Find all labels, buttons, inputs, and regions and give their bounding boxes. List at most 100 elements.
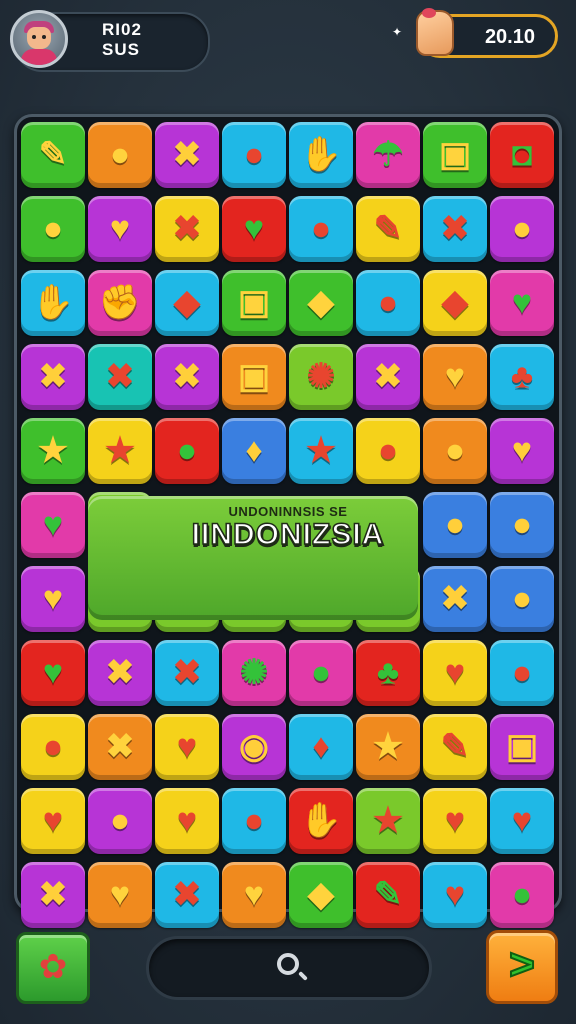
heart-icon: ♥ — [109, 209, 131, 248]
tile[interactable]: ✖ — [21, 344, 85, 410]
camera-icon: ▣ — [438, 135, 472, 174]
tile[interactable]: ★ — [88, 418, 152, 484]
tile[interactable]: ✋ — [21, 270, 85, 336]
tile[interactable]: ✖ — [88, 344, 152, 410]
tile[interactable]: ♣ — [356, 640, 420, 706]
search-bar[interactable] — [146, 936, 432, 1000]
tile[interactable]: ● — [88, 122, 152, 188]
tile[interactable]: ◉ — [222, 714, 286, 780]
tile[interactable]: ♥ — [222, 196, 286, 262]
tile[interactable]: ★ — [356, 788, 420, 854]
cross-icon: ✖ — [172, 209, 202, 248]
star-icon: ★ — [372, 801, 404, 840]
tile[interactable]: ✎ — [21, 122, 85, 188]
balloon-icon: ● — [511, 653, 533, 692]
apple-icon: ♥ — [42, 653, 64, 692]
tile[interactable]: ● — [490, 862, 554, 928]
tile[interactable]: ✖ — [21, 862, 85, 928]
tile[interactable]: ♦ — [289, 714, 353, 780]
next-button[interactable]: > — [486, 930, 558, 1004]
ribbon-icon: ✖ — [440, 579, 470, 618]
fist-icon — [416, 8, 454, 56]
tile[interactable]: ◆ — [289, 862, 353, 928]
tile[interactable]: ● — [423, 492, 487, 558]
shop-button[interactable]: ✿ — [16, 932, 90, 1004]
tile[interactable]: ★ — [356, 714, 420, 780]
tile[interactable]: ♥ — [88, 862, 152, 928]
fist-icon: ✊ — [98, 283, 142, 322]
tile[interactable]: ✖ — [155, 640, 219, 706]
tile[interactable]: ◆ — [289, 270, 353, 336]
tile[interactable]: ♥ — [490, 418, 554, 484]
tile[interactable]: ● — [88, 788, 152, 854]
ring-icon: ● — [511, 875, 533, 914]
avatar-icon[interactable] — [10, 10, 68, 68]
tile[interactable]: ● — [21, 196, 85, 262]
tile[interactable]: ● — [423, 418, 487, 484]
tile[interactable]: ▣ — [490, 714, 554, 780]
tile[interactable]: ✋ — [289, 122, 353, 188]
balloon-icon: ● — [310, 653, 332, 692]
tile[interactable]: ✺ — [222, 640, 286, 706]
tile[interactable]: ◆ — [423, 270, 487, 336]
tile[interactable]: ✖ — [356, 344, 420, 410]
tile[interactable]: ♥ — [155, 714, 219, 780]
heart-icon: ♥ — [42, 579, 64, 618]
tile[interactable]: ♥ — [21, 492, 85, 558]
tile[interactable]: ✖ — [423, 566, 487, 632]
tile[interactable]: ★ — [289, 418, 353, 484]
tile[interactable]: ♥ — [423, 640, 487, 706]
tile[interactable]: ♦ — [222, 418, 286, 484]
tile[interactable]: ✖ — [155, 344, 219, 410]
cross-icon: ✖ — [105, 357, 135, 396]
tile[interactable]: ✖ — [155, 196, 219, 262]
tile[interactable]: ● — [222, 788, 286, 854]
tile[interactable]: ★ — [21, 418, 85, 484]
tile[interactable]: ● — [155, 418, 219, 484]
tile[interactable]: ♣ — [490, 344, 554, 410]
tile[interactable]: ● — [222, 122, 286, 188]
tile[interactable]: ✖ — [155, 122, 219, 188]
tile[interactable]: ♥ — [423, 344, 487, 410]
tile[interactable]: ✖ — [88, 714, 152, 780]
tile[interactable]: ✖ — [155, 862, 219, 928]
gear-icon: ✺ — [306, 357, 336, 396]
tile[interactable]: ● — [490, 196, 554, 262]
tile[interactable]: ● — [490, 640, 554, 706]
tile[interactable]: ♥ — [490, 270, 554, 336]
tile[interactable]: ♥ — [88, 196, 152, 262]
tile[interactable]: ♥ — [21, 566, 85, 632]
tile[interactable]: ▣ — [222, 344, 286, 410]
tile[interactable]: ● — [356, 270, 420, 336]
tile[interactable]: ◘ — [490, 122, 554, 188]
heart-icon: ♥ — [444, 875, 466, 914]
tile[interactable]: ● — [490, 566, 554, 632]
tile[interactable]: ● — [289, 640, 353, 706]
tile[interactable]: ☂ — [356, 122, 420, 188]
tile[interactable]: ✎ — [423, 714, 487, 780]
tile[interactable]: ✖ — [88, 640, 152, 706]
tile[interactable]: ✺ — [289, 344, 353, 410]
tile[interactable]: ♥ — [155, 788, 219, 854]
tile[interactable]: ♥ — [222, 862, 286, 928]
tile[interactable]: ● — [21, 714, 85, 780]
tile[interactable]: ✖ — [423, 196, 487, 262]
face-icon: ▣ — [237, 357, 271, 396]
tile[interactable]: ✊ — [88, 270, 152, 336]
tile[interactable]: ◆ — [155, 270, 219, 336]
tile[interactable]: ✎ — [356, 196, 420, 262]
heart-icon: ♥ — [511, 431, 533, 470]
tile[interactable]: ▣ — [222, 270, 286, 336]
tile[interactable]: ✎ — [356, 862, 420, 928]
tile[interactable]: ✋ — [289, 788, 353, 854]
tile[interactable]: ● — [490, 492, 554, 558]
tile[interactable]: ● — [289, 196, 353, 262]
tile[interactable]: ▣ — [423, 122, 487, 188]
tile[interactable]: ♥ — [490, 788, 554, 854]
tile[interactable]: ● — [356, 418, 420, 484]
tile[interactable]: ♥ — [423, 862, 487, 928]
gift-icon: ✿ — [38, 948, 68, 987]
tile[interactable]: ♥ — [21, 788, 85, 854]
tile[interactable]: ♥ — [21, 640, 85, 706]
tile[interactable]: ♥ — [423, 788, 487, 854]
